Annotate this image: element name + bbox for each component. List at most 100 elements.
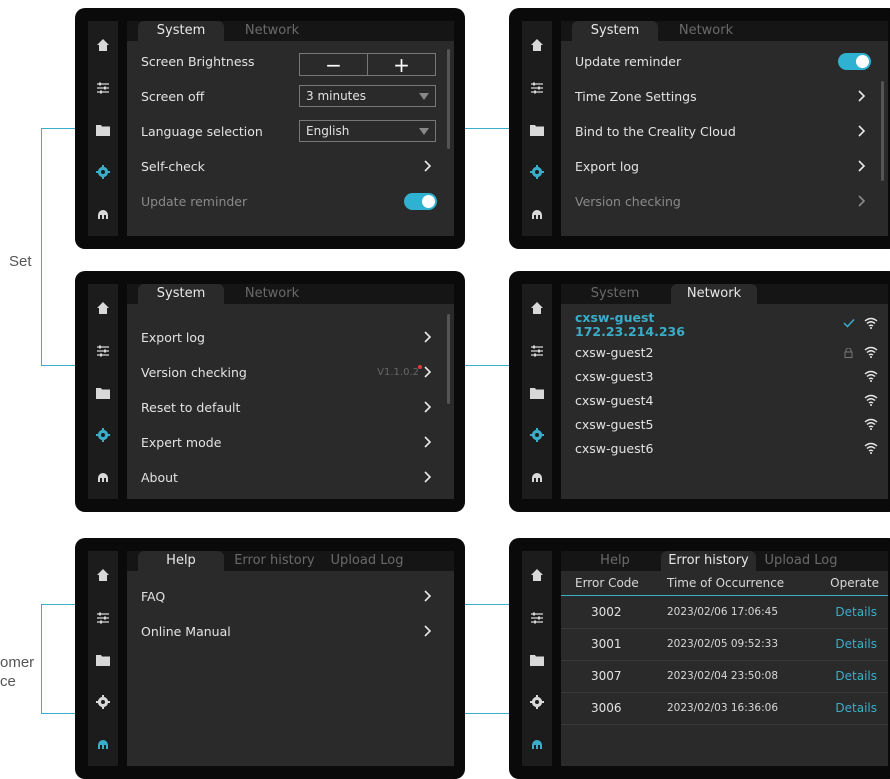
tab-upload-log[interactable]: Upload Log: [761, 551, 841, 571]
wifi-list-item[interactable]: cxsw-guest6: [561, 437, 888, 461]
error-code: 3001: [591, 637, 622, 651]
setting-row-reset[interactable]: Reset to default: [127, 390, 447, 425]
scrollbar[interactable]: [881, 81, 884, 181]
nav-controls[interactable]: [522, 333, 552, 369]
nav-files[interactable]: [522, 112, 552, 148]
setting-label: Screen Brightness: [141, 54, 255, 69]
setting-row-version-checking[interactable]: Version checking: [561, 184, 881, 219]
scrollbar[interactable]: [447, 49, 450, 149]
tab-network[interactable]: Network: [237, 284, 307, 304]
nav-settings[interactable]: [88, 417, 118, 453]
nav-settings[interactable]: [522, 154, 552, 190]
details-link[interactable]: Details: [835, 629, 877, 660]
wifi-list-item[interactable]: cxsw-guest4: [561, 389, 888, 413]
update-reminder-toggle[interactable]: [838, 53, 871, 70]
error-code: 3002: [591, 605, 622, 619]
help-row-online-manual[interactable]: Online Manual: [127, 614, 447, 649]
nav-settings[interactable]: [522, 684, 552, 720]
wifi-list-item[interactable]: cxsw-guest2: [561, 341, 888, 365]
nav-files[interactable]: [522, 375, 552, 411]
nav-files[interactable]: [88, 112, 118, 148]
nav-settings[interactable]: [522, 417, 552, 453]
nav-controls[interactable]: [88, 70, 118, 106]
table-row: 3002 2023/02/06 17:06:45 Details: [561, 597, 888, 629]
tab-system[interactable]: System: [138, 284, 224, 304]
wifi-name: cxsw-guest4: [575, 393, 654, 408]
nav-home[interactable]: [88, 557, 118, 593]
setting-label: Update reminder: [141, 194, 248, 209]
setting-row-creality-cloud[interactable]: Bind to the Creality Cloud: [561, 114, 881, 149]
nav-service[interactable]: [522, 196, 552, 232]
brightness-increase-button[interactable]: +: [368, 54, 435, 75]
nav-files[interactable]: [88, 642, 118, 678]
tab-upload-log[interactable]: Upload Log: [327, 551, 407, 571]
connector-line: [465, 604, 510, 605]
sidebar: [88, 284, 118, 499]
brightness-decrease-button[interactable]: −: [300, 54, 368, 75]
nav-service[interactable]: [88, 459, 118, 495]
tab-system[interactable]: System: [572, 21, 658, 41]
connector-line: [41, 604, 42, 714]
setting-row-export-log[interactable]: Export log: [127, 320, 447, 355]
tab-help[interactable]: Help: [572, 551, 658, 571]
nav-settings[interactable]: [88, 154, 118, 190]
nav-controls[interactable]: [522, 600, 552, 636]
help-row-faq[interactable]: FAQ: [127, 579, 447, 614]
tab-network[interactable]: Network: [671, 284, 757, 304]
setting-row-version-checking[interactable]: Version checking V1.1.0.2: [127, 355, 447, 390]
wifi-icon: [864, 442, 878, 454]
wifi-list-item[interactable]: cxsw-guest3: [561, 365, 888, 389]
tab-system[interactable]: System: [572, 284, 658, 304]
table-row: 3006 2023/02/03 16:36:06 Details: [561, 693, 888, 725]
wifi-icon: [864, 370, 878, 382]
nav-home[interactable]: [522, 27, 552, 63]
customer-service-label-line1: omer: [0, 654, 35, 671]
tab-bar: System Network: [127, 284, 454, 304]
setting-row-about[interactable]: About: [127, 460, 447, 495]
tab-error-history[interactable]: Error history: [661, 551, 756, 571]
language-select[interactable]: English: [299, 120, 436, 142]
wifi-connected-ip: 172.23.214.236: [575, 324, 685, 339]
sidebar: [88, 551, 118, 766]
nav-controls[interactable]: [522, 70, 552, 106]
nav-home[interactable]: [88, 27, 118, 63]
nav-service[interactable]: [88, 196, 118, 232]
tab-network[interactable]: Network: [237, 21, 307, 41]
wifi-list-item[interactable]: cxsw-guest5: [561, 413, 888, 437]
chevron-right-icon: [424, 331, 432, 343]
setting-row-self-check[interactable]: Self-check: [127, 149, 447, 184]
details-link[interactable]: Details: [835, 597, 877, 628]
screen-system-settings-2: System Network Update reminder Time Zone…: [509, 8, 890, 249]
screen-off-select[interactable]: 3 minutes: [299, 85, 436, 107]
details-link[interactable]: Details: [835, 661, 877, 692]
gear-icon: [96, 428, 110, 442]
nav-home[interactable]: [88, 290, 118, 326]
chevron-right-icon: [858, 90, 866, 102]
nav-controls[interactable]: [88, 600, 118, 636]
tab-system[interactable]: System: [138, 21, 224, 41]
update-reminder-toggle[interactable]: [404, 193, 437, 210]
setting-row-export-log[interactable]: Export log: [561, 149, 881, 184]
tab-error-history[interactable]: Error history: [227, 551, 322, 571]
setting-label: About: [141, 470, 178, 485]
nav-service[interactable]: [522, 726, 552, 762]
error-time: 2023/02/03 16:36:06: [667, 702, 779, 714]
nav-home[interactable]: [522, 290, 552, 326]
robot-icon: [532, 740, 542, 749]
nav-service[interactable]: [88, 726, 118, 762]
nav-home[interactable]: [522, 557, 552, 593]
nav-service[interactable]: [522, 459, 552, 495]
nav-controls[interactable]: [88, 333, 118, 369]
setting-row-expert-mode[interactable]: Expert mode: [127, 425, 447, 460]
setting-row-time-zone[interactable]: Time Zone Settings: [561, 79, 881, 114]
nav-files[interactable]: [88, 375, 118, 411]
wifi-connected-item[interactable]: cxsw-guest 172.23.214.236: [561, 306, 888, 340]
tab-help[interactable]: Help: [138, 551, 224, 571]
tab-bar: Help Error history Upload Log: [561, 551, 888, 571]
wifi-icon: [864, 418, 878, 430]
nav-files[interactable]: [522, 642, 552, 678]
tab-network[interactable]: Network: [671, 21, 741, 41]
details-link[interactable]: Details: [835, 693, 877, 724]
scrollbar[interactable]: [447, 314, 450, 404]
nav-settings[interactable]: [88, 684, 118, 720]
